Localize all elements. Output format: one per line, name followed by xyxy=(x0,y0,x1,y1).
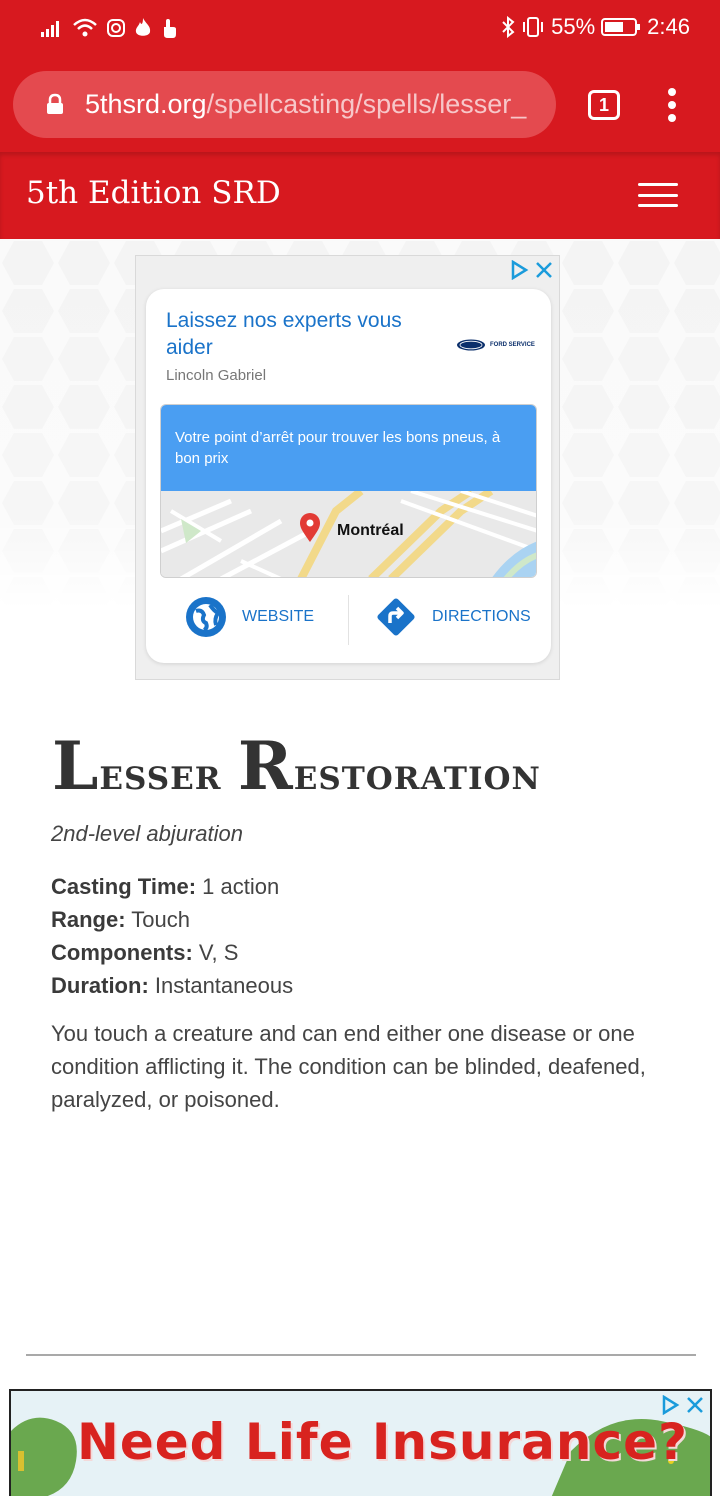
battery-icon xyxy=(601,15,641,39)
url-text[interactable]: 5thsrd.org/spellcasting/spells/lesser_ xyxy=(85,89,545,120)
site-header: 5th Edition SRD xyxy=(0,152,720,239)
signal-icon xyxy=(40,16,64,40)
globe-icon xyxy=(186,597,226,637)
url-path: /spellcasting/spells/lesser_ xyxy=(206,89,527,119)
spell-stats: Casting Time: 1 action Range: Touch Comp… xyxy=(51,870,293,1002)
status-bar: 55% 2:46 xyxy=(0,0,720,58)
components-label: Components: xyxy=(51,940,193,965)
hamburger-menu-icon[interactable] xyxy=(638,183,678,207)
directions-label: DIRECTIONS xyxy=(432,608,531,625)
address-bar[interactable]: 5thsrd.org/spellcasting/spells/lesser_ xyxy=(13,71,556,138)
menu-dot-icon xyxy=(668,101,676,109)
ad-brand-text: FORD SERVICE xyxy=(490,342,535,348)
ad-actions-divider xyxy=(348,595,349,645)
browser-menu-button[interactable] xyxy=(665,88,679,122)
map-location-label: Montréal xyxy=(337,522,404,539)
spell-school: 2nd-level abjuration xyxy=(51,821,244,846)
duration-value: Instantaneous xyxy=(148,973,294,998)
duration-label: Duration: xyxy=(51,973,149,998)
ad-actions: WEBSITE DIRECTIONS xyxy=(146,589,551,649)
casting-time-row: Casting Time: 1 action xyxy=(51,870,293,903)
casting-time-value: 1 action xyxy=(196,874,280,899)
components-value: V, S xyxy=(192,940,239,965)
tab-switcher-button[interactable]: 1 xyxy=(588,90,620,120)
close-icon[interactable] xyxy=(535,261,553,279)
map-area[interactable]: Montréal xyxy=(161,487,536,577)
browser-toolbar: 5thsrd.org/spellcasting/spells/lesser_ 1 xyxy=(0,58,720,152)
adchoices-icon[interactable] xyxy=(660,1395,680,1415)
location-pin-icon xyxy=(300,513,320,542)
clock: 2:46 xyxy=(647,14,690,39)
directions-icon xyxy=(377,598,415,636)
adchoices-icon[interactable] xyxy=(509,260,529,280)
battery-percent: 55% xyxy=(551,14,596,39)
instagram-icon xyxy=(106,16,126,40)
ad-headline[interactable]: Laissez nos experts vous aider xyxy=(166,307,436,361)
bluetooth-icon xyxy=(501,15,515,39)
divider xyxy=(26,1354,696,1356)
ad-card[interactable]: Laissez nos experts vous aider FORD SERV… xyxy=(146,289,551,663)
range-label: Range: xyxy=(51,907,126,932)
advertisement-top[interactable]: Laissez nos experts vous aider FORD SERV… xyxy=(135,255,560,680)
ad-brand-logo: FORD SERVICE xyxy=(456,339,535,351)
status-icons-left xyxy=(40,16,178,40)
range-value: Touch xyxy=(125,907,190,932)
range-row: Range: Touch xyxy=(51,903,293,936)
site-title[interactable]: 5th Edition SRD xyxy=(26,175,281,211)
spell-description: You touch a creature and can end either … xyxy=(51,1021,646,1112)
map-banner: Votre point d’arrêt pour trouver les bon… xyxy=(161,405,536,491)
advertisement-bottom[interactable]: Need Life Insurance? xyxy=(9,1389,712,1496)
spell-title: Lesser Restoration xyxy=(52,727,541,805)
url-domain: 5thsrd.org xyxy=(85,89,207,119)
website-button[interactable]: WEBSITE xyxy=(184,595,314,639)
menu-dot-icon xyxy=(668,114,676,122)
components-row: Components: V, S xyxy=(51,936,293,969)
website-label: WEBSITE xyxy=(242,608,315,625)
ford-logo-icon xyxy=(457,339,485,351)
lock-icon xyxy=(47,93,63,114)
directions-button[interactable]: DIRECTIONS xyxy=(374,595,531,639)
ad-map[interactable]: Votre point d’arrêt pour trouver les bon… xyxy=(160,404,537,578)
vibrate-icon xyxy=(521,15,545,39)
touch-icon xyxy=(160,16,178,40)
wifi-icon xyxy=(72,16,98,40)
ad-bottom-headline[interactable]: Need Life Insurance? xyxy=(77,1413,688,1471)
ad-choices-bottom[interactable] xyxy=(660,1395,704,1415)
status-icons-right: 55% 2:46 xyxy=(501,14,690,40)
close-icon[interactable] xyxy=(686,1396,704,1414)
flame-icon xyxy=(134,16,152,40)
ad-advertiser: Lincoln Gabriel xyxy=(166,367,267,384)
menu-dot-icon xyxy=(668,88,676,96)
casting-time-label: Casting Time: xyxy=(51,874,197,899)
duration-row: Duration: Instantaneous xyxy=(51,969,293,1002)
ad-choices[interactable] xyxy=(509,260,553,280)
